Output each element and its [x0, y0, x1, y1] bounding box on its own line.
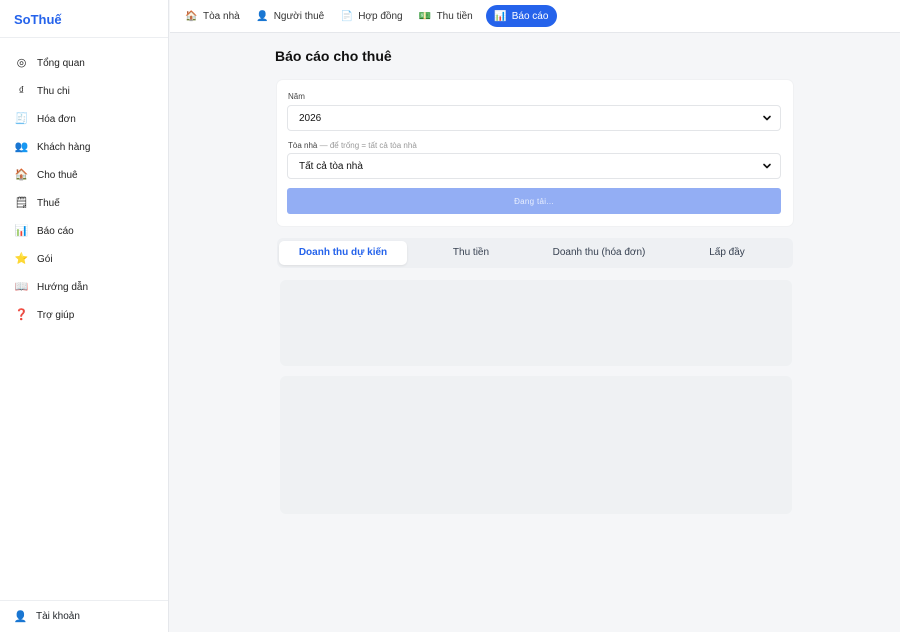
top-nav: 🏠 Tòa nhà 👤 Người thuê 📄 Hợp đồng 💵 Thu … — [170, 0, 900, 33]
loading-skeleton-summary — [280, 280, 792, 366]
sidebar-item-reports[interactable]: 📊 Báo cáo — [0, 217, 168, 245]
sidebar-item-tax[interactable]: 🗒 Thuế — [0, 189, 168, 217]
tab-collections-report[interactable]: Thu tiền — [407, 241, 535, 265]
load-report-button[interactable]: Đang tải... — [287, 188, 781, 214]
invoice-icon: 🧾 — [14, 112, 29, 125]
money-icon: 💵 — [418, 10, 432, 22]
tab-label: Báo cáo — [511, 10, 549, 22]
sidebar-item-account[interactable]: 👤 Tài khoản — [0, 600, 168, 632]
main-content: Báo cáo cho thuê Năm 2026 Tòa nhà — để t… — [170, 34, 900, 632]
building-select-value: Tất cả tòa nhà — [299, 160, 363, 172]
tab-label: Thu tiền — [436, 10, 473, 22]
building-select[interactable]: Tất cả tòa nhà — [287, 153, 781, 179]
contract-icon: 📄 — [340, 10, 353, 22]
book-icon: 📖 — [14, 280, 29, 293]
tab-expected-revenue[interactable]: Doanh thu dự kiến — [279, 241, 407, 265]
house-icon: 🏠 — [14, 168, 29, 181]
brand-logo[interactable]: SoThuế — [0, 0, 168, 38]
sidebar-item-label: Cho thuê — [37, 169, 78, 181]
tab-occupancy[interactable]: Lấp đầy — [663, 241, 791, 265]
customers-icon: 👥 — [14, 140, 29, 153]
sidebar-item-label: Gói — [37, 253, 53, 265]
building-label: Tòa nhà — để trống = tất cả tòa nhà — [288, 141, 417, 150]
year-select[interactable]: 2026 — [287, 105, 781, 131]
loading-skeleton-chart — [280, 376, 792, 514]
sidebar: SoThuế ◎ Tổng quan ₫ Thu chi 🧾 Hóa đơn 👥… — [0, 0, 169, 632]
sidebar-item-customers[interactable]: 👥 Khách hàng — [0, 133, 168, 161]
tab-reports[interactable]: 📊 Báo cáo — [485, 5, 558, 27]
sidebar-item-rental[interactable]: 🏠 Cho thuê — [0, 161, 168, 189]
overview-circle-icon: ◎ — [16, 56, 27, 69]
report-icon: 📊 — [493, 10, 507, 22]
building-hint: — để trống = tất cả tòa nhà — [319, 141, 417, 150]
question-icon: ❓ — [14, 308, 29, 321]
tab-tenants[interactable]: 👤 Người thuê — [253, 5, 334, 27]
sidebar-item-label: Thuế — [37, 197, 60, 209]
page-title: Báo cáo cho thuê — [275, 48, 392, 64]
sidebar-item-label: Trợ giúp — [37, 309, 75, 321]
year-label: Năm — [288, 92, 305, 101]
tab-contracts[interactable]: 📄 Hợp đồng — [337, 5, 411, 27]
sidebar-item-label: Hóa đơn — [37, 113, 76, 125]
year-select-value: 2026 — [299, 112, 322, 124]
sidebar-item-label: Khách hàng — [37, 141, 91, 153]
tab-label: Tòa nhà — [203, 10, 240, 22]
ledger-icon: 🗒 — [14, 196, 29, 209]
building-label-text: Tòa nhà — [288, 141, 318, 150]
tab-collections[interactable]: 💵 Thu tiền — [416, 5, 482, 27]
star-icon: ⭐ — [14, 252, 29, 265]
dong-currency-icon: ₫ — [18, 84, 25, 97]
sidebar-item-help[interactable]: ❓ Trợ giúp — [0, 301, 168, 329]
tab-label: Người thuê — [273, 10, 325, 22]
bar-chart-icon: 📊 — [14, 224, 29, 237]
sidebar-item-label: Thu chi — [37, 85, 70, 97]
tab-label: Hợp đồng — [358, 10, 403, 22]
sidebar-item-plans[interactable]: ⭐ Gói — [0, 245, 168, 273]
user-icon: 👤 — [13, 611, 28, 623]
account-label: Tài khoản — [36, 611, 80, 622]
sidebar-item-label: Tổng quan — [37, 57, 85, 69]
building-icon: 🏠 — [185, 10, 198, 22]
filter-card: Năm 2026 Tòa nhà — để trống = tất cả tòa… — [277, 80, 793, 226]
tenant-icon: 👤 — [255, 10, 269, 22]
report-tabs: Doanh thu dự kiến Thu tiền Doanh thu (hó… — [277, 238, 793, 268]
sidebar-item-invoices[interactable]: 🧾 Hóa đơn — [0, 105, 168, 133]
sidebar-item-label: Báo cáo — [37, 225, 74, 237]
sidebar-item-overview[interactable]: ◎ Tổng quan — [0, 49, 168, 77]
tab-invoice-revenue[interactable]: Doanh thu (hóa đơn) — [535, 241, 663, 265]
chevron-down-icon — [763, 115, 771, 121]
tab-buildings[interactable]: 🏠 Tòa nhà — [182, 5, 249, 27]
sidebar-item-income-expense[interactable]: ₫ Thu chi — [0, 77, 168, 105]
sidebar-item-guide[interactable]: 📖 Hướng dẫn — [0, 273, 168, 301]
sidebar-item-label: Hướng dẫn — [37, 281, 89, 293]
chevron-down-icon — [763, 163, 771, 169]
sidebar-nav: ◎ Tổng quan ₫ Thu chi 🧾 Hóa đơn 👥 Khách … — [0, 38, 168, 329]
